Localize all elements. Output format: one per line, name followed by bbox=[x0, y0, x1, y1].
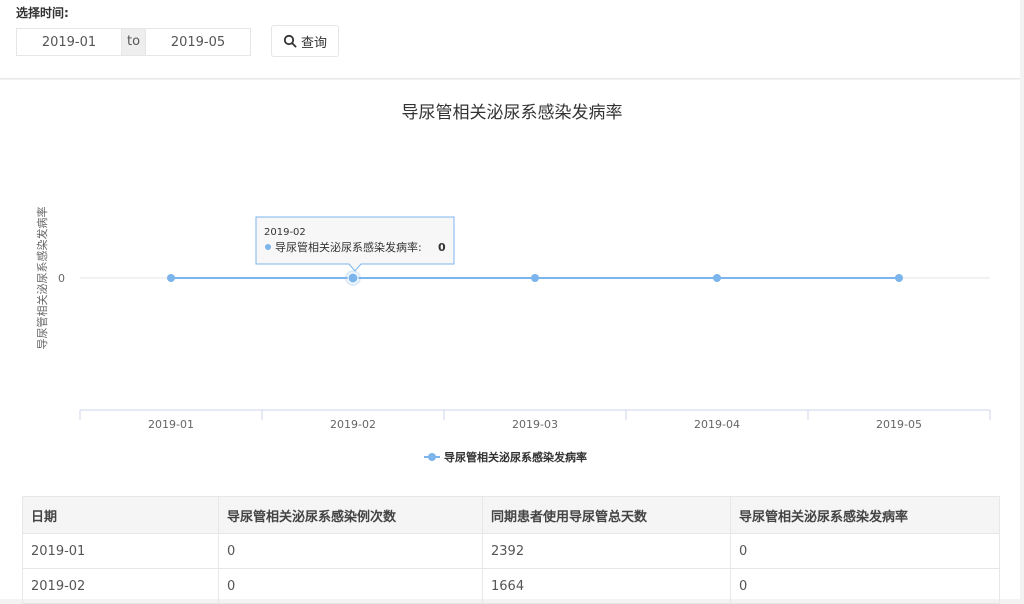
line-chart: 导尿管相关泌尿系感染发病率导尿管相关泌尿系感染发病率 02019-01 2019-0… bbox=[35, 103, 991, 464]
time-filter-label: 选择时间: bbox=[16, 6, 69, 20]
table-cell: 1664 bbox=[482, 568, 731, 604]
tooltip-category: 2019-02 bbox=[264, 227, 306, 238]
table-row: 2019-01 0 2392 0 bbox=[22, 533, 1000, 569]
col-header-date: 日期 bbox=[22, 496, 219, 534]
query-button-label: 查询 bbox=[300, 35, 327, 51]
table-cell: 0 bbox=[218, 533, 483, 569]
tooltip-series-label: 导尿管相关泌尿系感染发病率: bbox=[275, 240, 422, 254]
legend-item: 导尿管相关泌尿系感染发病率 bbox=[444, 450, 587, 464]
report-panel: 导尿管相关泌尿系感染发病率 导尿管相关泌尿系感染发病率 0 2019-01 2019-0… bbox=[0, 80, 1020, 604]
col-header-catheter-days: 同期患者使用导尿管总天数 bbox=[482, 496, 731, 534]
tooltip-value: 0 bbox=[438, 241, 446, 254]
x-tick-label: 2019-03 bbox=[512, 418, 558, 431]
data-table: 日期 导尿管相关泌尿系感染例次数 同期患者使用导尿管总天数 导尿管相关泌尿系感染… bbox=[22, 496, 1000, 604]
data-point bbox=[713, 274, 721, 282]
table-header-row: 日期 导尿管相关泌尿系感染例次数 同期患者使用导尿管总天数 导尿管相关泌尿系感染… bbox=[22, 496, 1000, 534]
data-point bbox=[531, 274, 539, 282]
data-point bbox=[167, 274, 175, 282]
date-range-picker: to bbox=[16, 28, 251, 56]
tooltip-series-marker bbox=[265, 244, 271, 250]
table-row: 2019-02 0 1664 0 bbox=[22, 568, 1000, 604]
x-tick-label: 2019-01 bbox=[148, 418, 194, 431]
col-header-infection-rate: 导尿管相关泌尿系感染发病率 bbox=[730, 496, 1000, 534]
table-cell: 0 bbox=[218, 568, 483, 604]
table-cell: 2019-01 bbox=[22, 533, 219, 569]
start-date-input[interactable] bbox=[17, 29, 121, 55]
data-point bbox=[347, 272, 359, 284]
data-point bbox=[895, 274, 903, 282]
legend-marker bbox=[428, 453, 436, 461]
chart-title: 导尿管相关泌尿系感染发病率 bbox=[402, 103, 623, 123]
end-date-input[interactable] bbox=[146, 29, 250, 55]
date-range-separator: to bbox=[121, 29, 146, 55]
query-button[interactable]: 查询 bbox=[271, 25, 339, 57]
x-tick-label: 2019-02 bbox=[330, 418, 376, 431]
search-icon bbox=[283, 34, 297, 48]
y-tick-label: 0 bbox=[58, 272, 65, 285]
col-header-infection-count: 导尿管相关泌尿系感染例次数 bbox=[218, 496, 483, 534]
x-tick-label: 2019-04 bbox=[694, 418, 740, 431]
scrollbar-gutter[interactable] bbox=[1020, 0, 1024, 599]
table-cell: 0 bbox=[730, 533, 1000, 569]
filter-bar: 选择时间: to 查询 bbox=[0, 0, 1024, 79]
table-cell: 2019-02 bbox=[22, 568, 219, 604]
table-cell: 2392 bbox=[482, 533, 731, 569]
table-cell: 0 bbox=[730, 568, 1000, 604]
y-axis-label: 导尿管相关泌尿系感染发病率 bbox=[35, 207, 49, 350]
x-tick-label: 2019-05 bbox=[876, 418, 922, 431]
